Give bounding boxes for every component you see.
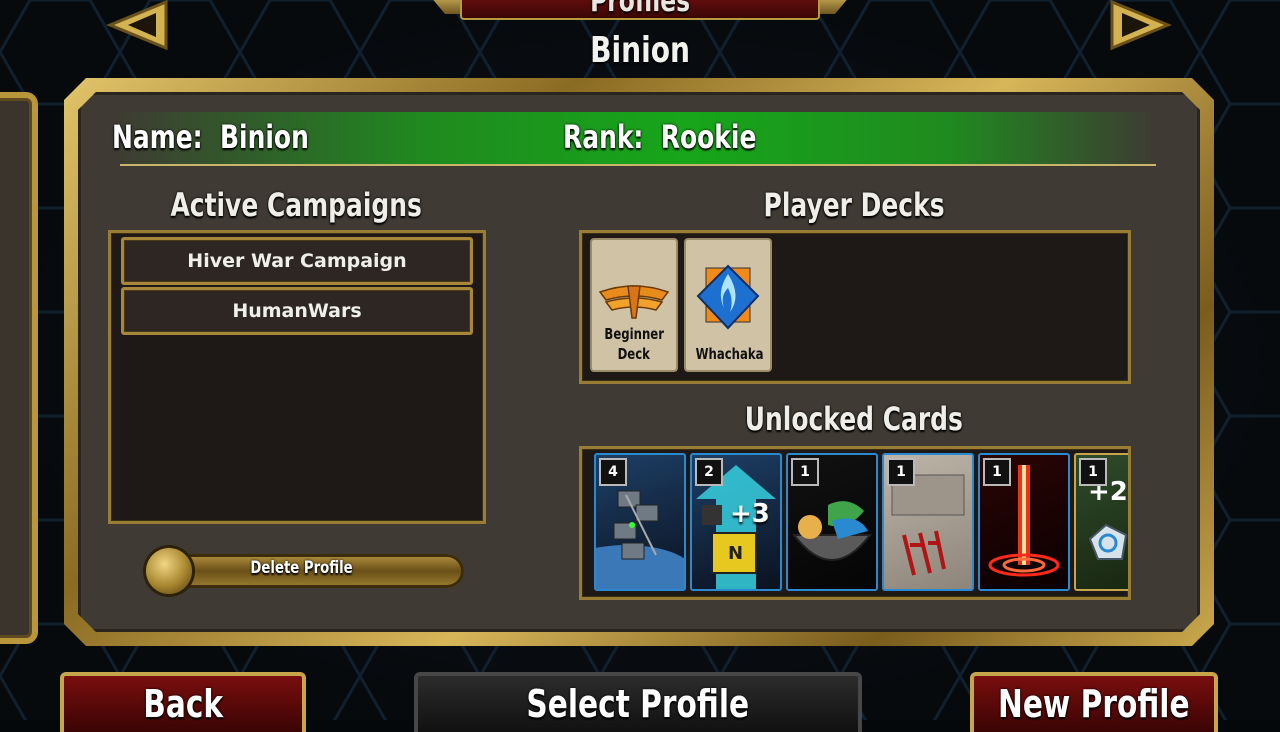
card-count: 1 <box>887 458 915 486</box>
card-count: 4 <box>599 458 627 486</box>
unlocked-cards-title: Unlocked Cards <box>744 400 964 438</box>
deck-card-beginner[interactable]: Beginner Deck <box>590 238 678 372</box>
unlocked-card-space-station[interactable]: 4 <box>594 453 686 591</box>
unlocked-card-food-bowl[interactable]: 1 <box>786 453 878 591</box>
card-bonus-text: +3 <box>730 499 770 529</box>
rank-label: Rank: <box>563 118 644 156</box>
name-label: Name: <box>112 118 203 156</box>
card-count: 1 <box>983 458 1011 486</box>
active-campaigns-title: Active Campaigns <box>170 186 422 224</box>
unlocked-card-partial[interactable]: +2 1 <box>1074 453 1128 591</box>
blue-flame-emblem-icon <box>696 264 760 330</box>
next-profile-arrow-icon[interactable] <box>1108 0 1172 52</box>
back-label: Back <box>143 682 223 726</box>
card-count: 2 <box>695 458 723 486</box>
previous-profile-panel[interactable] <box>0 92 38 644</box>
unlocked-card-scratched-metal[interactable]: 1 <box>882 453 974 591</box>
select-profile-button[interactable]: Select Profile <box>414 672 862 732</box>
select-profile-label: Select Profile <box>526 682 750 726</box>
player-decks-title: Player Decks <box>763 186 945 224</box>
delete-profile-label: Delete Profile <box>250 558 354 578</box>
unlocked-card-supply-boost[interactable]: N +3 2 <box>690 453 782 591</box>
new-profile-label: New Profile <box>998 682 1190 726</box>
profile-title: Binion <box>590 30 690 71</box>
new-profile-button[interactable]: New Profile <box>970 672 1218 732</box>
deck-label: Whachaka <box>695 345 764 363</box>
card-count: 1 <box>791 458 819 486</box>
unlocked-cards-list[interactable]: 4 N +3 2 1 1 1 +2 1 <box>579 446 1131 600</box>
name-field: Name: Binion <box>112 118 364 156</box>
player-decks-list[interactable]: Beginner Deck Whachaka <box>579 230 1131 384</box>
deck-card-whachaka[interactable]: Whachaka <box>684 238 772 372</box>
rank-field: Rank: Rookie <box>563 118 811 156</box>
campaign-list[interactable]: Hiver War Campaign HumanWars <box>108 230 486 524</box>
delete-profile-button[interactable]: Delete Profile <box>140 548 464 594</box>
unlocked-card-red-beam[interactable]: 1 <box>978 453 1070 591</box>
back-button[interactable]: Back <box>60 672 306 732</box>
rank-value: Rookie <box>660 118 757 156</box>
prev-profile-arrow-icon[interactable] <box>106 0 170 52</box>
name-value: Binion <box>220 118 309 156</box>
deck-label: Beginner Deck <box>604 325 664 363</box>
svg-text:N: N <box>728 543 743 564</box>
campaign-item-humanwars[interactable]: HumanWars <box>121 287 473 335</box>
screen-title-tab: Profiles <box>430 0 850 24</box>
wings-emblem-icon <box>598 285 670 319</box>
campaign-item-hiver-war[interactable]: Hiver War Campaign <box>121 237 473 285</box>
screen-title: Profiles <box>590 0 690 19</box>
divider <box>120 164 1156 166</box>
card-count: 1 <box>1079 458 1107 486</box>
